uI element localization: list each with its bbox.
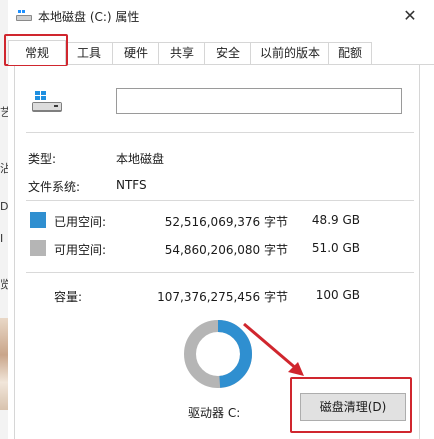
window-title: 本地磁盘 (C:) 属性 — [38, 10, 140, 24]
background-glyph: 沾 — [0, 162, 8, 175]
free-space-size: 51.0 GB — [311, 241, 360, 255]
divider — [26, 200, 414, 201]
used-space-swatch — [30, 212, 46, 228]
tab-quota[interactable]: 配额 — [328, 42, 372, 64]
background-glyph: 艺 — [0, 106, 8, 119]
hard-drive-icon — [32, 91, 62, 112]
background-glyph: Ⅰ — [0, 232, 4, 245]
background-glyph: D — [0, 200, 8, 213]
tab-general[interactable]: 常规 — [8, 40, 66, 65]
free-space-bytes: 54,860,206,080 字节 — [164, 243, 288, 257]
free-space-label: 可用空间: — [54, 243, 107, 257]
close-button[interactable]: ✕ — [400, 6, 420, 26]
type-label: 类型: — [28, 152, 57, 166]
filesystem-label: 文件系统: — [28, 180, 81, 194]
drive-icon — [16, 10, 32, 21]
capacity-bytes: 107,376,275,456 字节 — [157, 290, 288, 304]
properties-dialog: 本地磁盘 (C:) 属性 ✕ 常规 工具 硬件 共享 安全 以前的版本 配额 类… — [4, 0, 434, 439]
disk-cleanup-button[interactable]: 磁盘清理(D) — [300, 393, 406, 421]
tab-hardware[interactable]: 硬件 — [112, 42, 160, 64]
drive-letter-label: 驱动器 C: — [188, 406, 241, 420]
used-space-bytes: 52,516,069,376 字节 — [164, 215, 288, 229]
tab-tools[interactable]: 工具 — [64, 42, 114, 64]
annotation-arrow — [243, 322, 304, 376]
divider — [26, 272, 414, 273]
title-bar: 本地磁盘 (C:) 属性 ✕ — [8, 0, 434, 32]
filesystem-value: NTFS — [116, 178, 147, 192]
divider — [26, 132, 414, 133]
type-value: 本地磁盘 — [116, 152, 165, 166]
tab-sharing[interactable]: 共享 — [158, 42, 206, 64]
tab-bar: 常规 工具 硬件 共享 安全 以前的版本 配额 — [8, 40, 434, 65]
used-space-size: 48.9 GB — [311, 213, 360, 227]
capacity-size: 100 GB — [315, 288, 360, 302]
tab-previous-versions[interactable]: 以前的版本 — [250, 42, 330, 64]
capacity-label: 容量: — [54, 290, 83, 304]
background-glyph: 览 — [0, 278, 8, 291]
used-space-label: 已用空间: — [54, 215, 107, 229]
background-image — [0, 318, 8, 410]
free-space-swatch — [30, 240, 46, 256]
close-icon: ✕ — [403, 6, 417, 25]
drive-name-input[interactable] — [116, 88, 402, 114]
tab-security[interactable]: 安全 — [204, 42, 252, 64]
